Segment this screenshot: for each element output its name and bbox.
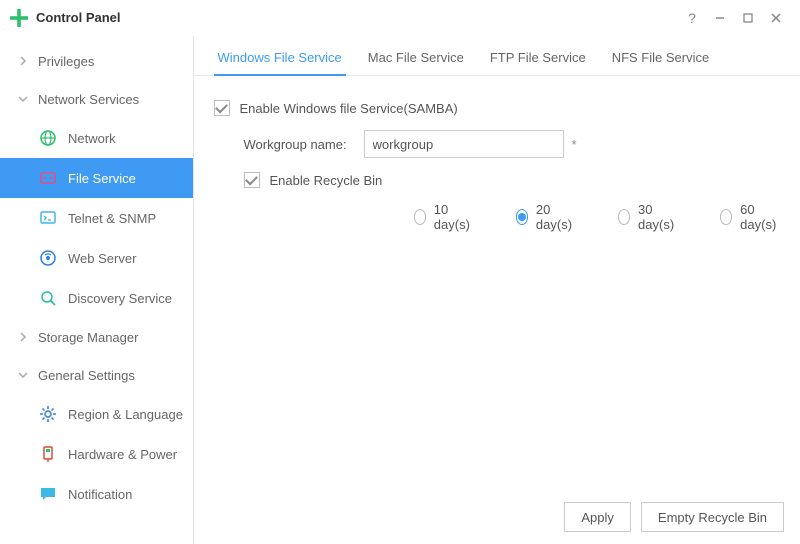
button-label: Apply: [581, 510, 614, 525]
workgroup-input[interactable]: [364, 130, 564, 158]
file-service-icon: [38, 168, 58, 188]
chat-icon: [38, 484, 58, 504]
sidebar-item-notification[interactable]: Notification: [0, 474, 193, 514]
maximize-button[interactable]: [734, 4, 762, 32]
settings-panel: Enable Windows file Service(SAMBA) Workg…: [194, 76, 800, 544]
chevron-down-icon: [18, 370, 30, 380]
discovery-icon: [38, 288, 58, 308]
sidebar-item-label: Hardware & Power: [68, 447, 177, 462]
tab-label: FTP File Service: [490, 50, 586, 65]
radio-icon: [516, 209, 528, 225]
radio-icon: [618, 209, 630, 225]
app-logo-icon: [10, 9, 28, 27]
close-button[interactable]: [762, 4, 790, 32]
radio-label: 10 day(s): [434, 202, 474, 232]
sidebar-group-label: Storage Manager: [38, 330, 138, 345]
terminal-icon: [38, 208, 58, 228]
sidebar-group-storage-manager[interactable]: Storage Manager: [0, 318, 193, 356]
workgroup-label: Workgroup name:: [244, 137, 364, 152]
globe-icon: [38, 128, 58, 148]
sidebar-group-label: Privileges: [38, 54, 94, 69]
sidebar-item-label: Discovery Service: [68, 291, 172, 306]
sidebar-item-file-service[interactable]: File Service: [0, 158, 193, 198]
footer-buttons: Apply Empty Recycle Bin: [564, 502, 784, 532]
tab-label: NFS File Service: [612, 50, 710, 65]
sidebar-item-discovery-service[interactable]: Discovery Service: [0, 278, 193, 318]
sidebar-item-label: File Service: [68, 171, 136, 186]
sidebar-item-web-server[interactable]: Web Server: [0, 238, 193, 278]
chevron-down-icon: [18, 94, 30, 104]
tab-mac-file-service[interactable]: Mac File Service: [364, 50, 468, 75]
web-server-icon: [38, 248, 58, 268]
gear-icon: [38, 404, 58, 424]
sidebar-group-label: General Settings: [38, 368, 135, 383]
apply-button[interactable]: Apply: [564, 502, 631, 532]
sidebar-item-label: Web Server: [68, 251, 136, 266]
empty-recycle-bin-button[interactable]: Empty Recycle Bin: [641, 502, 784, 532]
tab-nfs-file-service[interactable]: NFS File Service: [608, 50, 714, 75]
sidebar-group-general-settings[interactable]: General Settings: [0, 356, 193, 394]
button-label: Empty Recycle Bin: [658, 510, 767, 525]
tab-windows-file-service[interactable]: Windows File Service: [214, 50, 346, 75]
enable-recycle-bin-checkbox[interactable]: [244, 172, 260, 188]
enable-windows-checkbox[interactable]: [214, 100, 230, 116]
chevron-right-icon: [18, 332, 30, 342]
chevron-right-icon: [18, 56, 30, 66]
tab-ftp-file-service[interactable]: FTP File Service: [486, 50, 590, 75]
sidebar-item-hardware-power[interactable]: Hardware & Power: [0, 434, 193, 474]
tab-label: Mac File Service: [368, 50, 464, 65]
days-option-60[interactable]: 60 day(s): [720, 202, 780, 232]
sidebar: Privileges Network Services Network File…: [0, 36, 194, 544]
radio-label: 20 day(s): [536, 202, 576, 232]
enable-recycle-bin-label: Enable Recycle Bin: [270, 173, 383, 188]
sidebar-item-network[interactable]: Network: [0, 118, 193, 158]
sidebar-item-telnet-snmp[interactable]: Telnet & SNMP: [0, 198, 193, 238]
titlebar: Control Panel ?: [0, 0, 800, 36]
help-button[interactable]: ?: [678, 4, 706, 32]
sidebar-group-label: Network Services: [38, 92, 139, 107]
radio-label: 30 day(s): [638, 202, 678, 232]
sidebar-item-label: Telnet & SNMP: [68, 211, 156, 226]
sidebar-group-privileges[interactable]: Privileges: [0, 42, 193, 80]
required-indicator: *: [572, 137, 577, 152]
days-option-30[interactable]: 30 day(s): [618, 202, 678, 232]
tab-label: Windows File Service: [218, 50, 342, 65]
sidebar-group-network-services[interactable]: Network Services: [0, 80, 193, 118]
sidebar-item-label: Region & Language: [68, 407, 183, 422]
tab-bar: Windows File Service Mac File Service FT…: [194, 36, 800, 76]
recycle-days-radio-group: 10 day(s) 20 day(s) 30 day(s) 60 day(s): [214, 202, 781, 232]
radio-icon: [720, 209, 732, 225]
days-option-20[interactable]: 20 day(s): [516, 202, 576, 232]
days-option-10[interactable]: 10 day(s): [414, 202, 474, 232]
sidebar-item-label: Network: [68, 131, 116, 146]
power-icon: [38, 444, 58, 464]
enable-windows-label: Enable Windows file Service(SAMBA): [240, 101, 458, 116]
sidebar-item-label: Notification: [68, 487, 132, 502]
radio-icon: [414, 209, 426, 225]
radio-label: 60 day(s): [740, 202, 780, 232]
minimize-button[interactable]: [706, 4, 734, 32]
window-title: Control Panel: [36, 10, 121, 25]
sidebar-item-region-language[interactable]: Region & Language: [0, 394, 193, 434]
